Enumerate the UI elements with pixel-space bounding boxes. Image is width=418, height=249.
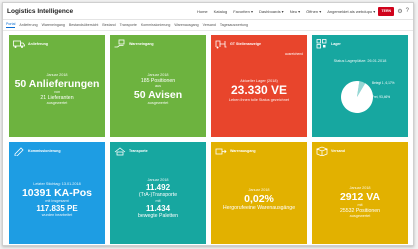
tab-bestandsuebersicht[interactable]: Bestandsübersicht <box>69 23 99 27</box>
tile-title: Wareneingang <box>129 42 154 46</box>
tile-warenausgang[interactable]: Warenausgang Januar 2018 0,02% Hergorufe… <box>211 142 307 244</box>
app-window: Logistics Intelligence Home Katalog Favo… <box>2 2 414 246</box>
tile-caption: Leben ihnen tolle Status gezeichnet <box>228 97 290 102</box>
truck-icon <box>13 40 25 48</box>
tile-main-value: 2912 VA <box>339 190 381 203</box>
forklift-icon <box>215 40 227 49</box>
tile-secondary-value: 117.835 PE <box>36 203 78 213</box>
tab-transporte[interactable]: Transporte <box>120 23 137 27</box>
tab-kommissionierung[interactable]: Kommissionierung <box>141 23 171 27</box>
nav-neu[interactable]: Neu ▾ <box>290 9 300 14</box>
tile-lager[interactable]: Lager Status Lagerplätze: 26.01.2018 Bel… <box>312 35 408 137</box>
tile-caption: Hergorufeeine Warenausgänge <box>222 204 296 211</box>
top-bar: Logistics Intelligence Home Katalog Favo… <box>3 3 413 20</box>
tab-tagesauswertung[interactable]: Tagesauswertung <box>220 23 248 27</box>
nav-favoriten[interactable]: Favoriten ▾ <box>233 9 253 14</box>
tile-caption: ausgewertet <box>349 214 371 219</box>
tile-caption: ausgewertet <box>147 101 169 106</box>
company-logo: TERN <box>378 6 395 16</box>
nav-home[interactable]: Home <box>197 9 208 14</box>
nav-dashboards[interactable]: Dashboards ▾ <box>259 9 284 14</box>
tile-main-value: 50 Avisen <box>133 88 183 101</box>
tile-main-value: 10391 KA-Pos <box>21 186 93 199</box>
tile-secondary-value: 11.434 <box>145 203 171 213</box>
tile-caption: wurden bearbeitet <box>41 213 73 218</box>
box-out-icon <box>215 148 227 155</box>
tile-caption: ausgewertet <box>46 101 68 106</box>
status-badge: ausreichend <box>285 52 303 56</box>
settings-icon[interactable]: ⚙ <box>397 8 402 15</box>
tab-anlieferung[interactable]: Anlieferung <box>19 23 37 27</box>
nav-katalog[interactable]: Katalog <box>214 9 228 14</box>
tile-versand[interactable]: Versand Januar 2018 2912 VA mit 25532 Po… <box>312 142 408 244</box>
help-icon[interactable]: ? <box>406 8 409 14</box>
tile-kommissionierung[interactable]: Kommissionierung Letzter Stichtag: 13.01… <box>9 142 105 244</box>
tile-wareneingang[interactable]: Wareneingang Januar 2018 185 Positionen … <box>110 35 206 137</box>
transport-icon <box>114 147 126 156</box>
tile-title: Transporte <box>129 149 148 153</box>
tab-warenausgang[interactable]: Warenausgang <box>174 23 198 27</box>
tile-transporte[interactable]: Transporte Januar 2018 11.492 (TrA-)Tran… <box>110 142 206 244</box>
legend-label-frei: Frei, 93,46% <box>372 95 391 99</box>
tile-title: Warenausgang <box>230 149 256 153</box>
tile-main-value: 0,02% <box>244 192 274 205</box>
tile-main-value: 11.492 <box>145 182 171 192</box>
pie-chart <box>341 81 373 113</box>
tile-title: GT Stellenanzeige <box>230 42 261 46</box>
tile-title: Anlieferung <box>28 42 48 46</box>
tile-secondary-label: bewegte Paletten <box>137 213 179 220</box>
package-icon <box>316 146 328 156</box>
tab-bar: Portal Anlieferung Wareneingang Bestands… <box>3 20 413 31</box>
tab-wareneingang[interactable]: Wareneingang <box>42 23 65 27</box>
tab-portal[interactable]: Portal <box>6 22 16 28</box>
tile-title: Kommissionierung <box>28 149 61 153</box>
tile-main-value: 23.330 VE <box>230 82 288 97</box>
tile-anlieferung[interactable]: Anlieferung Januar 2018 50 Anlieferungen… <box>9 35 105 137</box>
app-title: Logistics Intelligence <box>7 7 74 15</box>
top-navigation: Home Katalog Favoriten ▾ Dashboards ▾ Ne… <box>197 9 375 14</box>
tab-bestand[interactable]: Bestand <box>102 23 115 27</box>
pen-icon <box>14 147 24 156</box>
tile-bestand[interactable]: GT Stellenanzeige ausreichend Aktueller … <box>211 35 307 137</box>
user-menu[interactable]: Angemeldet als webdupo ▾ <box>327 9 375 14</box>
tile-title: Versand <box>331 149 345 153</box>
tile-main-value: 50 Anlieferungen <box>14 77 100 90</box>
pie-slice-frei <box>341 81 373 113</box>
hand-box-icon <box>114 39 125 48</box>
legend-label-belegt: Belegt 1, 6,17% <box>372 81 395 85</box>
nav-oeffnen[interactable]: Öffnen ▾ <box>306 9 321 14</box>
tab-versand[interactable]: Versand <box>203 23 216 27</box>
